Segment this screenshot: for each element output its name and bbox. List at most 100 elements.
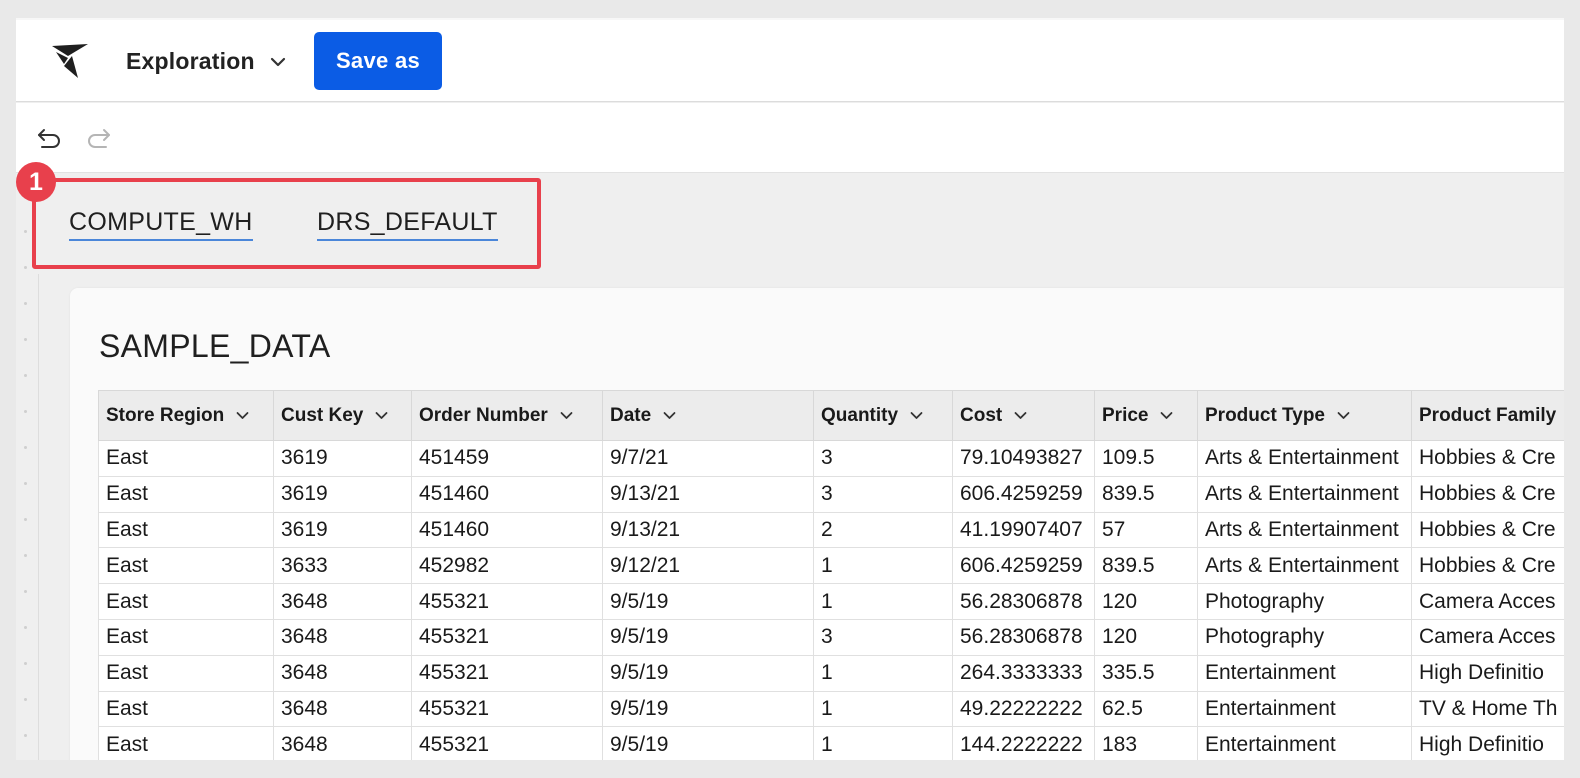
table-row[interactable]: East 3648 455321 9/5/19 1 56.28306878 120 Photo… bbox=[98, 583, 1564, 620]
table-cell[interactable]: 62.5 bbox=[1094, 690, 1198, 728]
column-header[interactable]: Price bbox=[1094, 390, 1198, 441]
table-cell[interactable]: Hobbies & Cre bbox=[1411, 511, 1564, 549]
column-header[interactable]: Product Family bbox=[1411, 390, 1564, 441]
table-cell[interactable]: 9/7/21 bbox=[602, 440, 814, 477]
table-cell[interactable]: Hobbies & Cre bbox=[1411, 475, 1564, 513]
column-header[interactable]: Cost bbox=[952, 390, 1095, 441]
table-cell[interactable]: 1 bbox=[813, 547, 953, 585]
table-cell[interactable]: East bbox=[98, 654, 274, 692]
table-cell[interactable]: 3619 bbox=[273, 511, 412, 549]
table-cell[interactable]: 455321 bbox=[411, 726, 603, 760]
table-cell[interactable]: 9/5/19 bbox=[602, 583, 814, 620]
table-row[interactable]: East 3633 452982 9/12/21 1 606.4259259 839.5 Ar… bbox=[98, 547, 1564, 585]
table-cell[interactable]: 839.5 bbox=[1094, 547, 1198, 585]
table-cell[interactable]: East bbox=[98, 547, 274, 585]
table-cell[interactable]: 3648 bbox=[273, 726, 412, 760]
table-cell[interactable]: 183 bbox=[1094, 726, 1198, 760]
table-cell[interactable]: 9/12/21 bbox=[602, 547, 814, 585]
table-cell[interactable]: 3619 bbox=[273, 475, 412, 513]
table-cell[interactable]: 452982 bbox=[411, 547, 603, 585]
table-cell[interactable]: 3 bbox=[813, 440, 953, 477]
table-cell[interactable]: 109.5 bbox=[1094, 440, 1198, 477]
table-cell[interactable]: 56.28306878 bbox=[952, 618, 1095, 656]
table-cell[interactable]: 3648 bbox=[273, 654, 412, 692]
table-cell[interactable]: Hobbies & Cre bbox=[1411, 547, 1564, 585]
table-cell[interactable]: 839.5 bbox=[1094, 475, 1198, 513]
table-cell[interactable]: 3619 bbox=[273, 440, 412, 477]
column-header[interactable]: Product Type bbox=[1197, 390, 1412, 441]
table-row[interactable]: East 3648 455321 9/5/19 1 49.22222222 62.5 Ente… bbox=[98, 690, 1564, 728]
chevron-down-icon[interactable] bbox=[270, 56, 286, 68]
table-cell[interactable]: High Definitio bbox=[1411, 726, 1564, 760]
table-row[interactable]: East 3648 455321 9/5/19 1 144.2222222 183 Enter… bbox=[98, 726, 1564, 760]
table-cell[interactable]: Entertainment bbox=[1197, 654, 1412, 692]
table-cell[interactable]: 3633 bbox=[273, 547, 412, 585]
table-row[interactable]: East 3619 451459 9/7/21 3 79.10493827 109.5 Art… bbox=[98, 440, 1564, 477]
table-cell[interactable]: 1 bbox=[813, 654, 953, 692]
table-cell[interactable]: East bbox=[98, 440, 274, 477]
table-cell[interactable]: 57 bbox=[1094, 511, 1198, 549]
table-cell[interactable]: Arts & Entertainment bbox=[1197, 511, 1412, 549]
redo-icon[interactable] bbox=[86, 125, 112, 149]
table-cell[interactable]: 264.3333333 bbox=[952, 654, 1095, 692]
table-cell[interactable]: Entertainment bbox=[1197, 690, 1412, 728]
table-cell[interactable]: 455321 bbox=[411, 690, 603, 728]
table-cell[interactable]: Photography bbox=[1197, 618, 1412, 656]
table-cell[interactable]: East bbox=[98, 511, 274, 549]
table-row[interactable]: East 3619 451460 9/13/21 3 606.4259259 839.5 Ar… bbox=[98, 475, 1564, 513]
table-cell[interactable]: 56.28306878 bbox=[952, 583, 1095, 620]
table-cell[interactable]: East bbox=[98, 475, 274, 513]
chevron-down-icon[interactable] bbox=[375, 411, 388, 420]
table-cell[interactable]: 451460 bbox=[411, 511, 603, 549]
chevron-down-icon[interactable] bbox=[1337, 411, 1350, 420]
table-cell[interactable]: 451460 bbox=[411, 475, 603, 513]
table-cell[interactable]: 1 bbox=[813, 583, 953, 620]
table-row[interactable]: East 3648 455321 9/5/19 1 264.3333333 335.5 Ent… bbox=[98, 654, 1564, 692]
save-as-button[interactable]: Save as bbox=[314, 32, 442, 90]
table-cell[interactable]: TV & Home Th bbox=[1411, 690, 1564, 728]
column-header[interactable]: Store Region bbox=[98, 390, 274, 441]
table-cell[interactable]: High Definitio bbox=[1411, 654, 1564, 692]
table-cell[interactable]: 41.19907407 bbox=[952, 511, 1095, 549]
table-cell[interactable]: 455321 bbox=[411, 618, 603, 656]
table-cell[interactable]: 9/13/21 bbox=[602, 475, 814, 513]
table-cell[interactable]: 9/5/19 bbox=[602, 618, 814, 656]
table-element[interactable]: SAMPLE_DATA Store Region Cust Key Order Nu… bbox=[70, 288, 1564, 760]
table-cell[interactable]: Arts & Entertainment bbox=[1197, 547, 1412, 585]
chevron-down-icon[interactable] bbox=[560, 411, 573, 420]
table-cell[interactable]: Arts & Entertainment bbox=[1197, 440, 1412, 477]
undo-icon[interactable] bbox=[36, 125, 62, 149]
table-cell[interactable]: Hobbies & Cre bbox=[1411, 440, 1564, 477]
table-cell[interactable]: East bbox=[98, 583, 274, 620]
table-cell[interactable]: Entertainment bbox=[1197, 726, 1412, 760]
column-header[interactable]: Order Number bbox=[411, 390, 603, 441]
logo-icon[interactable] bbox=[50, 42, 90, 80]
table-cell[interactable]: 9/5/19 bbox=[602, 726, 814, 760]
table-cell[interactable]: Camera Acces bbox=[1411, 583, 1564, 620]
workbook-title[interactable]: Exploration bbox=[126, 48, 255, 75]
chevron-down-icon[interactable] bbox=[1160, 411, 1173, 420]
table-cell[interactable]: Camera Acces bbox=[1411, 618, 1564, 656]
table-cell[interactable]: 79.10493827 bbox=[952, 440, 1095, 477]
table-cell[interactable]: 3 bbox=[813, 475, 953, 513]
column-header[interactable]: Quantity bbox=[813, 390, 953, 441]
table-cell[interactable]: 144.2222222 bbox=[952, 726, 1095, 760]
table-cell[interactable]: 455321 bbox=[411, 654, 603, 692]
role-selector[interactable]: DRS_DEFAULT bbox=[317, 208, 498, 241]
table-cell[interactable]: East bbox=[98, 690, 274, 728]
table-cell[interactable]: 9/13/21 bbox=[602, 511, 814, 549]
table-cell[interactable]: East bbox=[98, 618, 274, 656]
chevron-down-icon[interactable] bbox=[663, 411, 676, 420]
column-header[interactable]: Date bbox=[602, 390, 814, 441]
table-cell[interactable]: Photography bbox=[1197, 583, 1412, 620]
column-header[interactable]: Cust Key bbox=[273, 390, 412, 441]
table-cell[interactable]: 606.4259259 bbox=[952, 475, 1095, 513]
table-cell[interactable]: 2 bbox=[813, 511, 953, 549]
table-cell[interactable]: 606.4259259 bbox=[952, 547, 1095, 585]
table-cell[interactable]: 9/5/19 bbox=[602, 690, 814, 728]
table-cell[interactable]: 120 bbox=[1094, 583, 1198, 620]
table-cell[interactable]: 451459 bbox=[411, 440, 603, 477]
table-cell[interactable]: 120 bbox=[1094, 618, 1198, 656]
table-cell[interactable]: 3 bbox=[813, 618, 953, 656]
table-cell[interactable]: 1 bbox=[813, 726, 953, 760]
